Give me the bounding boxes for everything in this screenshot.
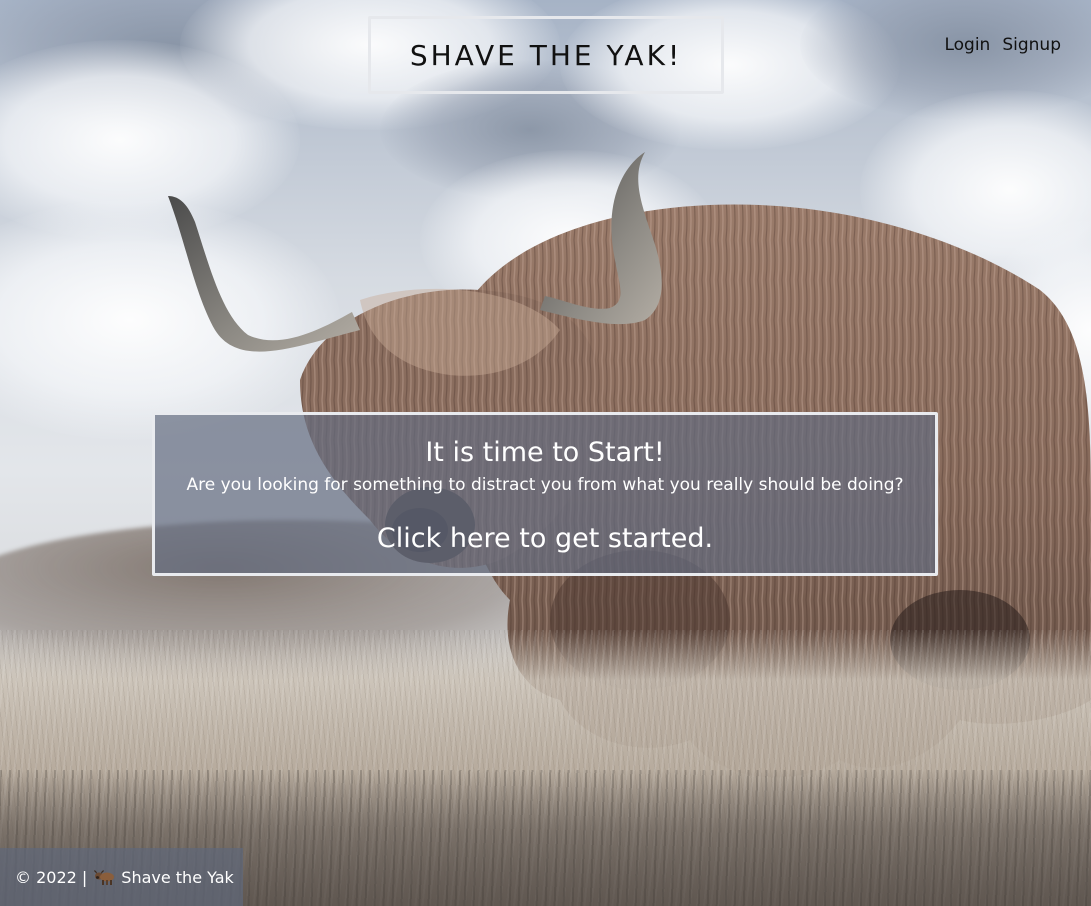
site-title: SHAVE THE YAK! <box>409 38 683 72</box>
copyright-text: © 2022 | <box>15 867 88 887</box>
start-card[interactable]: It is time to Start! Are you looking for… <box>152 412 938 576</box>
card-subtitle: Are you looking for something to distrac… <box>186 475 904 495</box>
signup-link[interactable]: Signup <box>1002 35 1061 55</box>
brand-logo-box[interactable]: SHAVE THE YAK! <box>368 16 724 94</box>
footer-site-name: Shave the Yak <box>121 867 234 887</box>
get-started-link[interactable]: Click here to get started. <box>155 523 935 554</box>
yak-icon <box>93 868 115 886</box>
footer: © 2022 | Shave the Yak <box>0 848 243 906</box>
top-nav: Login Signup <box>944 35 1061 55</box>
card-heading: It is time to Start! <box>425 437 665 468</box>
login-link[interactable]: Login <box>944 35 990 55</box>
